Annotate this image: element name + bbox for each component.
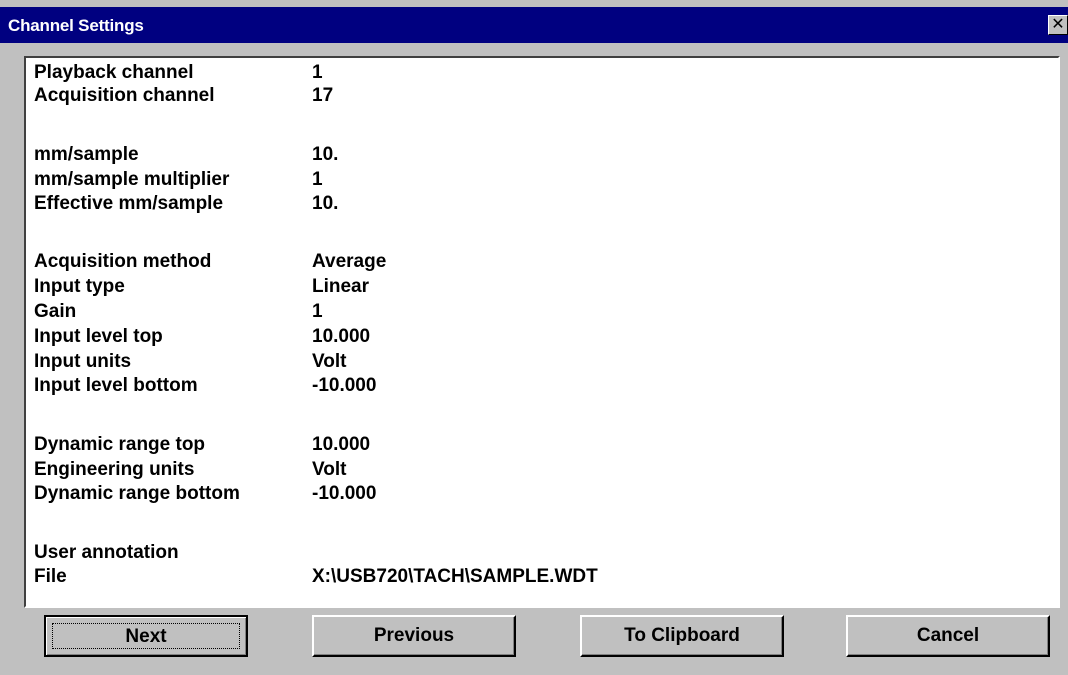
setting-value: Volt: [312, 459, 347, 480]
setting-value: 1: [312, 301, 323, 322]
setting-label: Input type: [34, 276, 125, 297]
setting-label: Acquisition channel: [34, 85, 215, 106]
channel-settings-dialog: Channel Settings ✕ Playback channel 1 Ac…: [0, 0, 1068, 675]
setting-label: Input level bottom: [34, 375, 198, 396]
setting-value: 10.000: [312, 326, 371, 347]
window-title: Channel Settings: [8, 16, 144, 35]
setting-label: Effective mm/sample: [34, 193, 224, 214]
setting-label: Dynamic range bottom: [34, 483, 240, 504]
setting-label: Gain: [34, 301, 77, 322]
setting-label: Dynamic range top: [34, 434, 206, 455]
setting-label: Input units: [34, 351, 132, 372]
setting-value: 17: [312, 85, 334, 106]
previous-button[interactable]: Previous: [312, 615, 516, 657]
cancel-button[interactable]: Cancel: [846, 615, 1050, 657]
title-bar[interactable]: Channel Settings ✕: [0, 7, 1068, 43]
setting-value: 10.: [312, 193, 339, 214]
setting-label: User annotation: [34, 542, 179, 563]
to-clipboard-button[interactable]: To Clipboard: [580, 615, 784, 657]
setting-label: Acquisition method: [34, 251, 212, 272]
next-button-label: Next: [52, 623, 240, 649]
setting-label: mm/sample: [34, 144, 139, 165]
setting-value: 1: [312, 62, 323, 83]
setting-value: 10.000: [312, 434, 371, 455]
setting-value: 1: [312, 169, 323, 190]
setting-value: -10.000: [312, 483, 377, 504]
setting-value: X:\USB720\TACH\SAMPLE.WDT: [312, 566, 598, 587]
setting-label: Input level top: [34, 326, 163, 347]
close-icon[interactable]: ✕: [1048, 15, 1068, 35]
setting-value: Linear: [312, 276, 370, 297]
settings-panel: Playback channel 1 Acquisition channel 1…: [24, 56, 1060, 608]
setting-value: -10.000: [312, 375, 377, 396]
setting-value: Volt: [312, 351, 347, 372]
setting-value: 10.: [312, 144, 339, 165]
setting-label: File: [34, 566, 67, 587]
setting-value: Average: [312, 251, 387, 272]
setting-label: Playback channel: [34, 62, 194, 83]
setting-label: mm/sample multiplier: [34, 169, 230, 190]
setting-label: Engineering units: [34, 459, 195, 480]
next-button[interactable]: Next: [44, 615, 248, 657]
